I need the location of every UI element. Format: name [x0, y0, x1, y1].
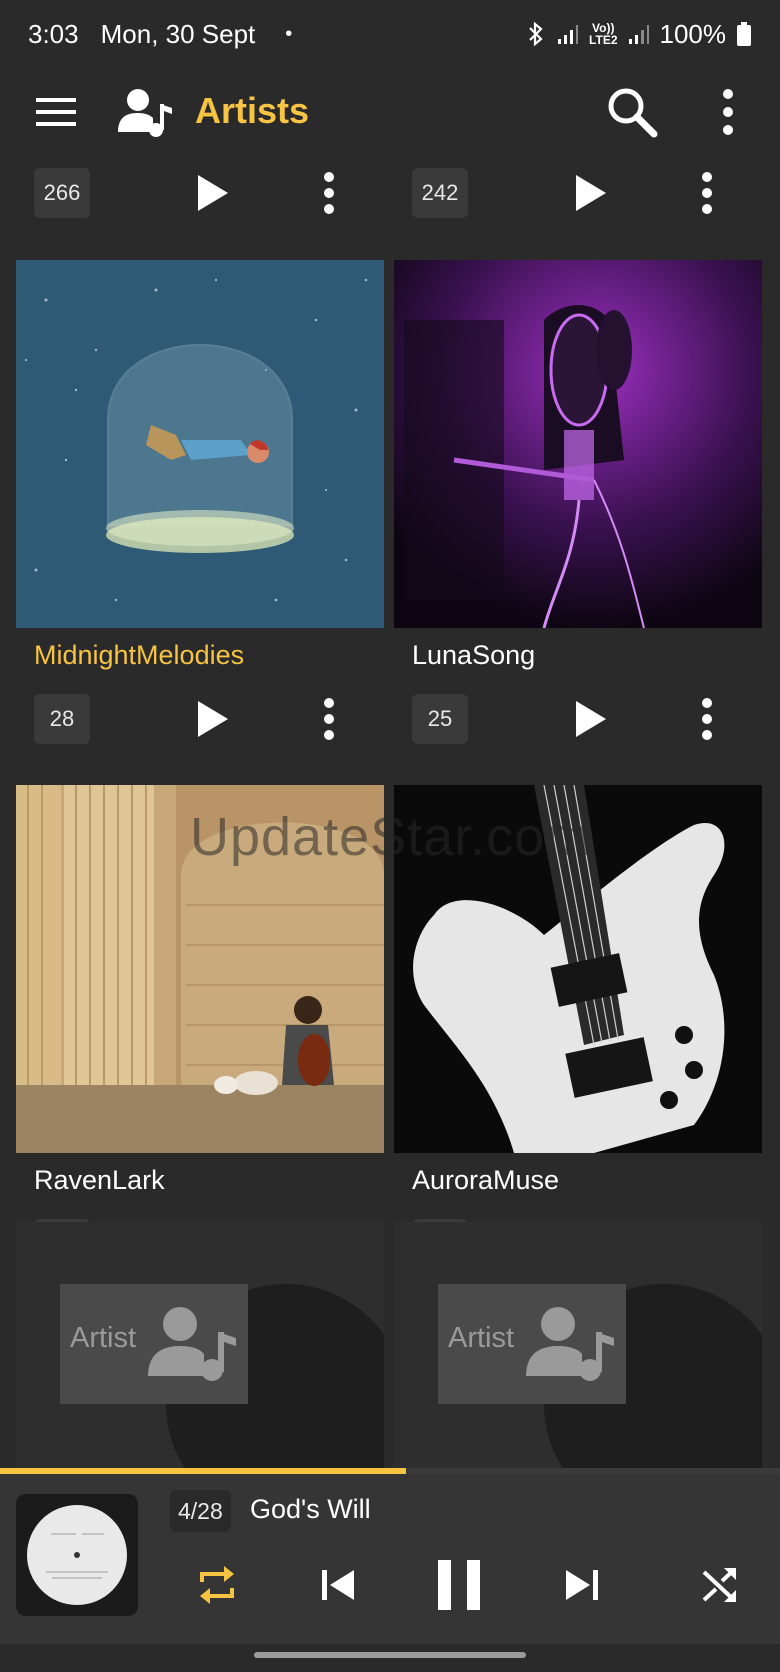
- more-vert-icon: [723, 89, 733, 135]
- signal-icon: [558, 25, 579, 44]
- previous-icon[interactable]: [318, 1562, 358, 1608]
- song-count-badge: 25: [412, 694, 468, 744]
- battery-percent: 100%: [659, 18, 727, 49]
- repeat-icon[interactable]: [194, 1562, 240, 1608]
- more-vert-icon[interactable]: [316, 696, 342, 742]
- gesture-home-bar[interactable]: [254, 1652, 526, 1658]
- artist-artwork[interactable]: [394, 785, 762, 1153]
- signal-icon-2: [628, 25, 649, 44]
- vinyl-label-art: [16, 1494, 138, 1616]
- song-count-badge: 266: [34, 168, 90, 218]
- play-icon[interactable]: [192, 699, 232, 739]
- placeholder-artwork: Artist: [60, 1284, 248, 1404]
- artist-name[interactable]: LunaSong: [412, 640, 535, 671]
- artist-music-icon: [118, 89, 172, 137]
- network-lte: LTE2: [589, 33, 618, 47]
- pause-icon[interactable]: [436, 1558, 482, 1612]
- placeholder-label: Artist: [70, 1322, 137, 1354]
- page-title: Artists: [195, 90, 310, 131]
- shuffle-icon[interactable]: [700, 1562, 740, 1608]
- artist-actions: 25: [394, 684, 762, 754]
- next-icon[interactable]: [562, 1562, 602, 1608]
- bluetooth-icon: [529, 21, 543, 47]
- artist-artwork[interactable]: [394, 260, 762, 628]
- mini-player[interactable]: 4/28 God's Will: [0, 1474, 780, 1644]
- play-icon[interactable]: [570, 173, 610, 213]
- artist-music-icon: [148, 1307, 236, 1381]
- artist-grid[interactable]: 266 242 MidnightMelodies 28 LunaSong 25 …: [0, 158, 780, 1472]
- search-icon: [608, 88, 658, 138]
- placeholder-label: Artist: [448, 1322, 515, 1354]
- status-dot: •: [285, 22, 293, 45]
- more-vert-icon[interactable]: [694, 170, 720, 216]
- more-vert-icon[interactable]: [694, 696, 720, 742]
- overflow-menu-button[interactable]: [708, 84, 748, 140]
- play-icon[interactable]: [192, 173, 232, 213]
- artist-actions: 28: [16, 684, 384, 754]
- artist-music-icon: [526, 1307, 614, 1381]
- track-position-badge: 4/28: [170, 1490, 231, 1532]
- song-count-badge: 28: [34, 694, 90, 744]
- now-playing-title[interactable]: God's Will: [250, 1494, 371, 1525]
- search-button[interactable]: [604, 84, 660, 140]
- more-vert-icon[interactable]: [316, 170, 342, 216]
- artist-actions: 242: [394, 158, 762, 228]
- song-count-badge: 242: [412, 168, 468, 218]
- app-bar: Artists: [0, 68, 780, 158]
- status-icons: Vo)) LTE2 100%: [525, 19, 752, 50]
- artist-actions: 266: [16, 158, 384, 228]
- artist-name[interactable]: MidnightMelodies: [34, 640, 244, 671]
- network-type: Vo)) LTE2: [589, 22, 617, 46]
- artist-card-placeholder[interactable]: Artist: [16, 1222, 384, 1472]
- artist-artwork[interactable]: [16, 785, 384, 1153]
- artist-card-placeholder[interactable]: Artist: [394, 1222, 762, 1472]
- menu-icon: [36, 98, 76, 126]
- artist-artwork[interactable]: [16, 260, 384, 628]
- menu-button[interactable]: [30, 86, 82, 138]
- artist-name[interactable]: AuroraMuse: [412, 1165, 559, 1196]
- placeholder-artwork: Artist: [438, 1284, 626, 1404]
- status-time: 3:03: [28, 18, 79, 49]
- artist-name[interactable]: RavenLark: [34, 1165, 165, 1196]
- status-bar: 3:03 Mon, 30 Sept • Vo)) LTE2 100%: [0, 0, 780, 68]
- play-icon[interactable]: [570, 699, 610, 739]
- now-playing-cover[interactable]: [16, 1494, 138, 1616]
- status-date: Mon, 30 Sept: [100, 18, 256, 49]
- battery-icon: [737, 22, 751, 46]
